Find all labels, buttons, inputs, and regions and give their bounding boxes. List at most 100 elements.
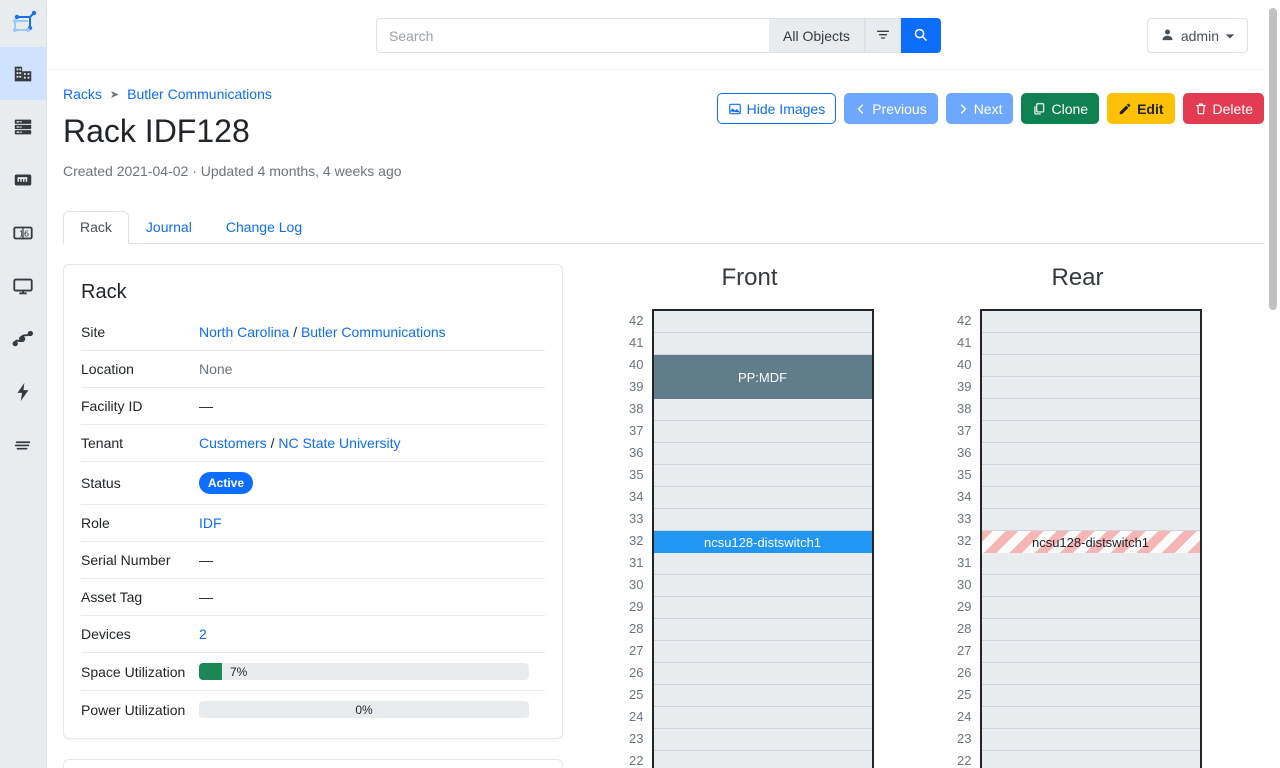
rack-unit-slot[interactable] xyxy=(654,685,872,707)
rack-unit-slot[interactable] xyxy=(654,641,872,663)
unit-label: 27 xyxy=(626,639,652,661)
rack-device[interactable]: PP:MDF xyxy=(654,355,872,399)
breadcrumb-item-0[interactable]: Racks xyxy=(63,86,102,102)
unit-label: 37 xyxy=(626,419,652,441)
scrollbar-thumb[interactable] xyxy=(1269,8,1277,310)
unit-label: 37 xyxy=(954,419,980,441)
search-submit-button[interactable] xyxy=(901,18,941,53)
rack-unit-slot[interactable] xyxy=(654,465,872,487)
sidebar-item-connections[interactable] xyxy=(0,312,46,365)
user-menu-label: admin xyxy=(1181,28,1219,44)
sidebar-item-ipam[interactable]: 1 6 xyxy=(0,206,46,259)
devices-count-link[interactable]: 2 xyxy=(199,626,207,642)
clone-label: Clone xyxy=(1051,102,1088,116)
search-input[interactable] xyxy=(376,18,769,53)
breadcrumb-item-1[interactable]: Butler Communications xyxy=(127,86,272,102)
rack-unit-slot[interactable] xyxy=(982,575,1200,597)
rack-unit-slot[interactable] xyxy=(654,333,872,355)
rack-unit-slot[interactable] xyxy=(982,421,1200,443)
previous-label: Previous xyxy=(872,102,926,116)
caret-down-icon xyxy=(1225,28,1235,44)
rack-unit-slot[interactable] xyxy=(982,487,1200,509)
site-link[interactable]: Butler Communications xyxy=(301,324,446,340)
tenant-group-link[interactable]: Customers xyxy=(199,435,267,451)
rack-unit-slot[interactable] xyxy=(654,619,872,641)
rack-unit-slot[interactable] xyxy=(654,399,872,421)
table-row: Power Utilization 0% xyxy=(81,691,545,729)
rack-unit-slot[interactable] xyxy=(654,421,872,443)
sidebar-item-organization[interactable] xyxy=(0,47,46,100)
rack-unit-slot[interactable] xyxy=(982,553,1200,575)
rack-unit-slot[interactable] xyxy=(982,333,1200,355)
next-button[interactable]: Next xyxy=(946,93,1014,124)
rack-card: Rack Site North Carolina / Butler Commun… xyxy=(63,264,563,739)
row-label: Tenant xyxy=(81,425,199,462)
search-filter-button[interactable] xyxy=(865,18,901,53)
netbox-logo[interactable] xyxy=(0,0,46,47)
rack-unit-slot[interactable] xyxy=(654,553,872,575)
delete-button[interactable]: Delete xyxy=(1183,93,1264,124)
rack-unit-slot[interactable] xyxy=(654,707,872,729)
sidebar-item-devices[interactable] xyxy=(0,153,46,206)
unit-label: 25 xyxy=(626,683,652,705)
unit-label: 22 xyxy=(626,749,652,768)
sidebar-item-other[interactable] xyxy=(0,418,46,471)
rack-unit-slot[interactable] xyxy=(654,509,872,531)
edit-button[interactable]: Edit xyxy=(1107,93,1174,124)
rear-unit-labels: 4241403938373635343332313029282726252423… xyxy=(954,309,980,768)
rack-card-title: Rack xyxy=(81,281,545,304)
front-rack-frame[interactable]: PP:MDF ncsu128-distswitch1 xyxy=(652,309,874,768)
rack-unit-slot[interactable] xyxy=(982,355,1200,377)
rack-elevations: Front 4241403938373635343332313029282726… xyxy=(563,264,1264,768)
row-label: Space Utilization xyxy=(81,653,199,691)
connection-path-icon xyxy=(12,328,34,350)
rack-unit-slot[interactable] xyxy=(982,509,1200,531)
rack-unit-slot[interactable] xyxy=(982,663,1200,685)
unit-label: 28 xyxy=(954,617,980,639)
table-row: Serial Number — xyxy=(81,542,545,579)
rear-rack-frame[interactable]: ncsu128-distswitch1 xyxy=(980,309,1202,768)
role-link[interactable]: IDF xyxy=(199,515,222,531)
rack-unit-slot[interactable] xyxy=(982,751,1200,768)
user-menu-button[interactable]: admin xyxy=(1147,18,1248,53)
rack-unit-slot[interactable] xyxy=(654,663,872,685)
rack-unit-slot[interactable] xyxy=(654,575,872,597)
left-column: Rack Site North Carolina / Butler Commun… xyxy=(63,244,563,768)
rack-unit-slot[interactable] xyxy=(982,685,1200,707)
rack-unit-slot[interactable] xyxy=(654,311,872,333)
tab-journal[interactable]: Journal xyxy=(129,211,209,244)
tenant-link[interactable]: NC State University xyxy=(278,435,400,451)
previous-button[interactable]: Previous xyxy=(844,93,937,124)
search-scope-select[interactable]: All Objects xyxy=(769,18,865,53)
rack-unit-slot[interactable] xyxy=(654,443,872,465)
page-scrollbar[interactable] xyxy=(1266,0,1280,768)
rack-unit-slot[interactable] xyxy=(654,751,872,768)
rack-unit-slot[interactable] xyxy=(982,597,1200,619)
rack-unit-slot[interactable] xyxy=(654,597,872,619)
rack-device[interactable]: ncsu128-distswitch1 xyxy=(654,531,872,553)
sidebar-item-virtualization[interactable] xyxy=(0,259,46,312)
site-region-link[interactable]: North Carolina xyxy=(199,324,289,340)
rack-unit-slot[interactable] xyxy=(982,465,1200,487)
rack-unit-slot[interactable] xyxy=(654,729,872,751)
filter-icon xyxy=(875,26,891,45)
sidebar-item-power[interactable] xyxy=(0,365,46,418)
clone-button[interactable]: Clone xyxy=(1021,93,1099,124)
table-row: Facility ID — xyxy=(81,388,545,425)
rack-device[interactable]: ncsu128-distswitch1 xyxy=(982,531,1200,553)
rack-unit-slot[interactable] xyxy=(982,729,1200,751)
hide-images-button[interactable]: Hide Images xyxy=(717,93,837,124)
sidebar: 1 6 xyxy=(0,0,47,768)
rack-unit-slot[interactable] xyxy=(654,487,872,509)
rack-unit-slot[interactable] xyxy=(982,619,1200,641)
rack-unit-slot[interactable] xyxy=(982,399,1200,421)
rack-unit-slot[interactable] xyxy=(982,443,1200,465)
unit-label: 40 xyxy=(954,353,980,375)
rack-unit-slot[interactable] xyxy=(982,377,1200,399)
rack-unit-slot[interactable] xyxy=(982,641,1200,663)
tab-change-log[interactable]: Change Log xyxy=(209,211,319,244)
rack-unit-slot[interactable] xyxy=(982,707,1200,729)
sidebar-item-racks[interactable] xyxy=(0,100,46,153)
tab-rack[interactable]: Rack xyxy=(63,211,129,244)
rack-unit-slot[interactable] xyxy=(982,311,1200,333)
